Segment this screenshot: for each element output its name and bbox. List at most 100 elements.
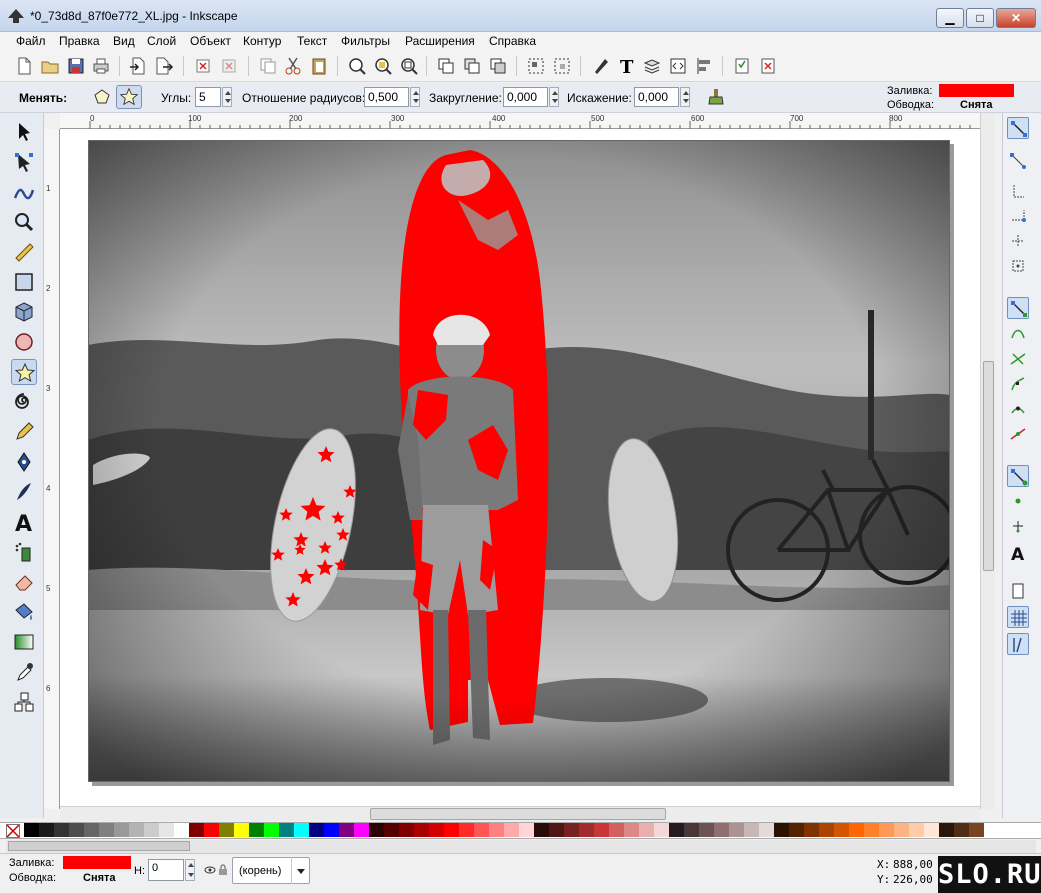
palette-swatch[interactable] [294,823,309,837]
snap-bbox-edges-icon[interactable] [1007,180,1029,202]
menu-view[interactable]: Вид [113,34,135,48]
palette-swatch[interactable] [204,823,219,837]
palette-swatch[interactable] [54,823,69,837]
zoom-selection-icon[interactable] [347,56,367,76]
lock-icon[interactable] [217,864,229,876]
paste-icon[interactable] [309,56,329,76]
palette-swatch[interactable] [639,823,654,837]
palette-swatch[interactable] [444,823,459,837]
palette-swatch[interactable] [534,823,549,837]
horizontal-scroll-thumb[interactable] [370,808,666,820]
palette-swatch[interactable] [774,823,789,837]
palette-swatch[interactable] [804,823,819,837]
palette-swatch[interactable] [549,823,564,837]
palette-swatch[interactable] [39,823,54,837]
preferences-icon[interactable] [758,56,778,76]
palette-swatch[interactable] [939,823,954,837]
rounding-input[interactable]: 0,000 [503,87,548,107]
drawing-canvas[interactable] [60,129,980,807]
palette-swatch[interactable] [129,823,144,837]
palette-swatch[interactable] [579,823,594,837]
zoom-tool-icon[interactable] [11,209,37,235]
cut-icon[interactable] [283,56,303,76]
snap-intersections-icon[interactable] [1007,348,1029,370]
palette-swatch[interactable] [924,823,939,837]
vertical-scroll-thumb[interactable] [983,361,994,571]
tweak-tool-icon[interactable] [11,179,37,205]
palette-swatch[interactable] [504,823,519,837]
text-tool-icon[interactable]: A [11,509,37,537]
pen-tool-icon[interactable] [11,449,37,475]
palette-swatch[interactable] [654,823,669,837]
dropper-tool-icon[interactable] [11,659,37,685]
menu-edit[interactable]: Правка [59,34,100,48]
palette-swatch[interactable] [969,823,984,837]
palette-swatch[interactable] [684,823,699,837]
layers-icon[interactable] [642,56,662,76]
copy-icon[interactable] [258,56,278,76]
palette-swatch[interactable] [744,823,759,837]
palette-swatch[interactable] [234,823,249,837]
palette-swatch[interactable] [519,823,534,837]
palette-swatch[interactable] [864,823,879,837]
snap-guides-icon[interactable] [1007,633,1029,655]
redo-icon[interactable] [219,56,239,76]
palette-swatch[interactable] [309,823,324,837]
group-icon[interactable] [526,56,546,76]
palette-swatch[interactable] [489,823,504,837]
palette-swatch[interactable] [189,823,204,837]
style-fill-swatch[interactable] [939,84,1014,97]
palette-swatch[interactable] [24,823,39,837]
palette-swatch[interactable] [384,823,399,837]
palette-swatch[interactable] [69,823,84,837]
palette-swatch[interactable] [714,823,729,837]
palette-swatch[interactable] [264,823,279,837]
export-icon[interactable] [154,56,174,76]
unlink-clone-icon[interactable] [488,56,508,76]
snap-grids-icon[interactable] [1007,606,1029,628]
palette-swatch[interactable] [84,823,99,837]
snap-paths-icon[interactable] [1007,323,1029,345]
snap-bbox-midpoints-icon[interactable] [1007,230,1029,252]
undo-icon[interactable] [193,56,213,76]
layer-dropdown[interactable]: (корень) [232,857,310,884]
spiral-tool-icon[interactable] [11,389,37,415]
distortion-input[interactable]: 0,000 [634,87,679,107]
menu-filters[interactable]: Фильтры [341,34,390,48]
zoom-page-icon[interactable] [399,56,419,76]
palette-swatch[interactable] [159,823,174,837]
style-stroke-value[interactable]: Снята [960,99,993,111]
print-icon[interactable] [91,56,111,76]
node-tool-icon[interactable] [11,149,37,175]
pencil-tool-icon[interactable] [11,419,37,445]
text-font-icon[interactable]: T [617,56,637,78]
selector-tool-icon[interactable] [11,119,37,145]
snap-others-icon[interactable] [1007,465,1029,487]
xml-editor-icon[interactable] [668,56,688,76]
palette-swatch[interactable] [564,823,579,837]
new-document-icon[interactable] [14,56,34,76]
snap-smooth-nodes-icon[interactable] [1007,398,1029,420]
palette-swatch[interactable] [399,823,414,837]
3d-box-tool-icon[interactable] [11,299,37,325]
minimize-button[interactable]: ▁ [936,8,964,28]
palette-swatch[interactable] [909,823,924,837]
ellipse-tool-icon[interactable] [11,329,37,355]
duplicate-icon[interactable] [436,56,456,76]
palette-swatch[interactable] [669,823,684,837]
palette-scroll-thumb[interactable] [8,841,190,851]
distortion-spinner[interactable] [680,87,690,107]
star-tool-icon[interactable] [11,359,37,385]
save-icon[interactable] [66,56,86,76]
clone-icon[interactable] [462,56,482,76]
snap-bbox-corners-icon[interactable] [1007,205,1029,227]
document-properties-icon[interactable] [732,56,752,76]
horizontal-ruler[interactable]: 0 100 200 300 400 500 600 700 800 [60,113,980,129]
snap-midpoints-icon[interactable] [1007,423,1029,445]
palette-swatch[interactable] [279,823,294,837]
palette-swatch[interactable] [459,823,474,837]
palette-swatch[interactable] [819,823,834,837]
vertical-ruler[interactable]: 1 2 3 4 5 6 [44,129,60,809]
snap-nodes-icon[interactable] [1007,297,1029,319]
palette-swatch[interactable] [789,823,804,837]
